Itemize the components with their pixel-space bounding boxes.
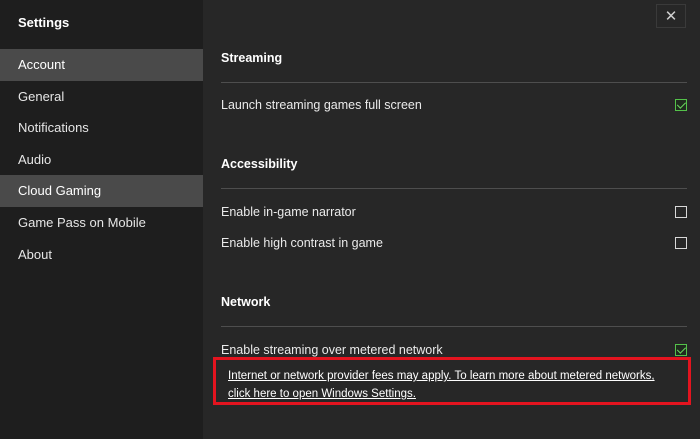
setting-label: Launch streaming games full screen (221, 98, 422, 112)
section-title-network: Network (221, 295, 271, 309)
setting-row-in-game-narrator: Enable in-game narrator (221, 202, 687, 222)
setting-label: Enable high contrast in game (221, 236, 383, 250)
metered-network-settings-link[interactable]: Internet or network provider fees may ap… (228, 367, 676, 403)
sidebar-item-cloud-gaming[interactable]: Cloud Gaming (0, 175, 203, 207)
setting-row-launch-full-screen: Launch streaming games full screen (221, 95, 687, 115)
metered-network-note-highlight: Internet or network provider fees may ap… (213, 357, 691, 405)
setting-label: Enable in-game narrator (221, 205, 356, 219)
metered-network-checkbox[interactable] (675, 344, 687, 356)
launch-full-screen-checkbox[interactable] (675, 99, 687, 111)
sidebar-item-about[interactable]: About (0, 239, 203, 271)
sidebar-item-general[interactable]: General (0, 81, 203, 113)
setting-label: Enable streaming over metered network (221, 343, 443, 357)
sidebar-item-game-pass-on-mobile[interactable]: Game Pass on Mobile (0, 207, 203, 239)
settings-content: ✕ Streaming Launch streaming games full … (203, 0, 700, 439)
divider (221, 82, 687, 83)
sidebar-item-audio[interactable]: Audio (0, 144, 203, 176)
setting-row-high-contrast: Enable high contrast in game (221, 233, 687, 253)
sidebar-item-account[interactable]: Account (0, 49, 203, 81)
divider (221, 326, 687, 327)
divider (221, 188, 687, 189)
close-icon: ✕ (664, 8, 678, 25)
section-title-accessibility: Accessibility (221, 157, 298, 171)
in-game-narrator-checkbox[interactable] (675, 206, 687, 218)
sidebar-title: Settings (18, 15, 70, 30)
sidebar-nav: Account General Notifications Audio Clou… (0, 49, 203, 270)
sidebar-item-notifications[interactable]: Notifications (0, 112, 203, 144)
high-contrast-checkbox[interactable] (675, 237, 687, 249)
section-title-streaming: Streaming (221, 51, 283, 65)
close-button[interactable]: ✕ (656, 4, 686, 28)
sidebar: Settings Account General Notifications A… (0, 0, 203, 439)
